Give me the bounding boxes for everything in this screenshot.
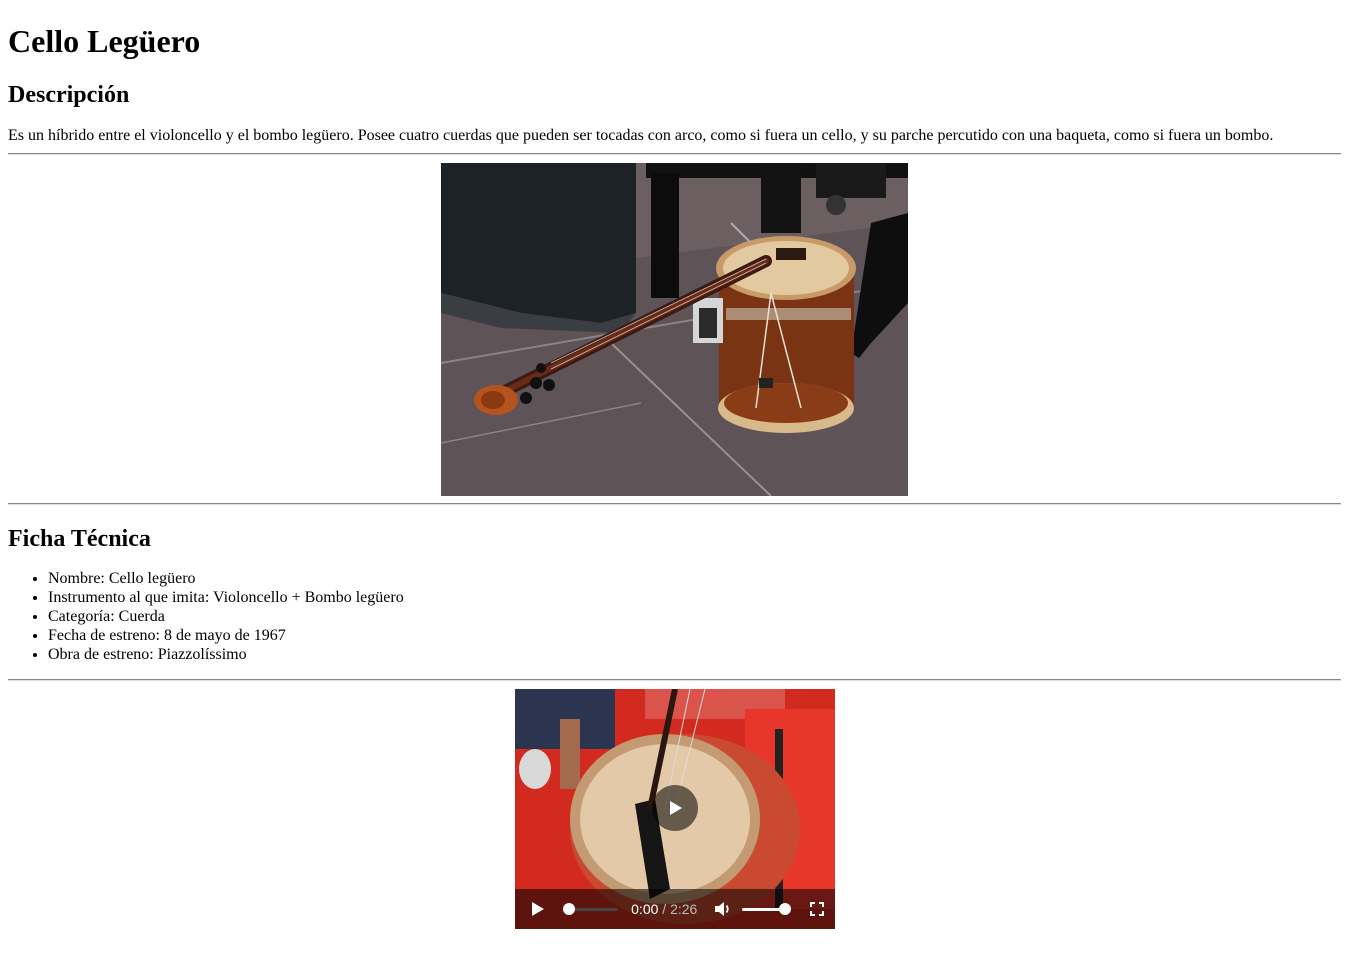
divider <box>8 503 1341 505</box>
current-time: 0:00 <box>631 901 659 917</box>
video-controls: 0:00 / 2:26 <box>514 889 835 929</box>
fullscreen-button[interactable] <box>799 889 834 929</box>
divider <box>8 679 1341 681</box>
time-display: 0:00 / 2:26 <box>631 901 697 917</box>
ficha-list: Nombre: Cello legüero Instrumento al que… <box>8 569 1341 664</box>
description-heading: Descripción <box>8 82 130 108</box>
instrument-photo-container <box>8 163 1341 496</box>
ficha-item-obra: Obra de estreno: Piazzolíssimo <box>48 645 1341 664</box>
video-player[interactable]: 0:00 / 2:26 <box>514 689 835 929</box>
ficha-item-fecha: Fecha de estreno: 8 de mayo de 1967 <box>48 626 1341 645</box>
fullscreen-icon <box>809 902 824 916</box>
volume-thumb[interactable] <box>779 903 792 915</box>
page-title: Cello Legüero <box>8 23 201 59</box>
volume-icon <box>714 902 729 916</box>
big-play-button[interactable] <box>651 785 698 831</box>
big-play-icon <box>669 801 682 815</box>
mute-button[interactable] <box>703 889 742 929</box>
time-separator: / <box>658 901 671 917</box>
duration: 2:26 <box>670 901 698 917</box>
seek-thumb[interactable] <box>563 903 576 915</box>
divider <box>8 153 1341 155</box>
ficha-item-nombre: Nombre: Cello legüero <box>48 569 1341 588</box>
ficha-item-instrumento: Instrumento al que imita: Violoncello + … <box>48 588 1341 607</box>
ficha-item-categoria: Categoría: Cuerda <box>48 607 1341 626</box>
play-icon <box>531 902 544 916</box>
volume-slider[interactable] <box>742 899 792 919</box>
instrument-photo <box>441 163 908 496</box>
play-button[interactable] <box>515 889 562 929</box>
seek-slider[interactable] <box>563 899 619 919</box>
ficha-heading: Ficha Técnica <box>8 526 151 552</box>
description-text: Es un híbrido entre el violoncello y el … <box>8 127 1274 144</box>
